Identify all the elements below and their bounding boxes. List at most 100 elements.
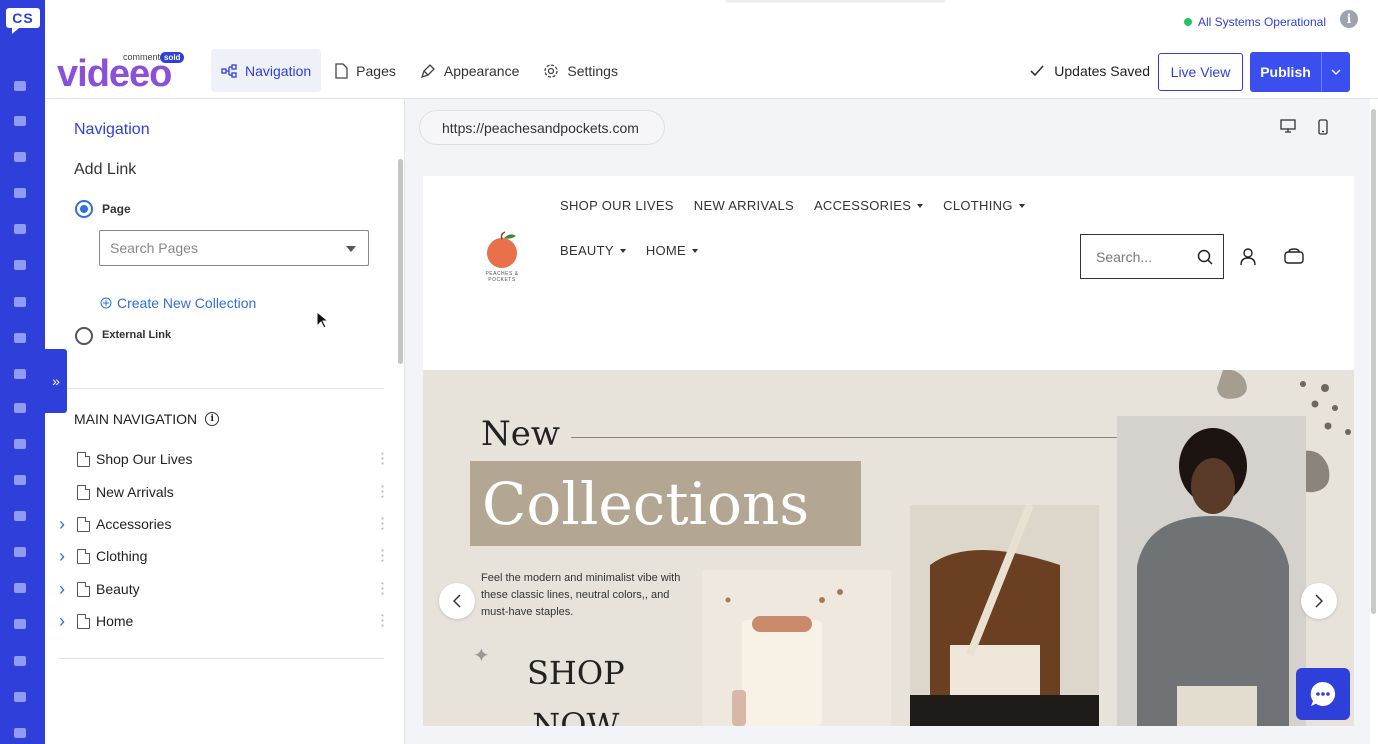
search-icon[interactable] [1197, 249, 1213, 265]
tab-pages-label: Pages [356, 62, 396, 79]
nav-tree-item-label: Accessories [96, 516, 172, 532]
sparkle-icon: ✦ [473, 645, 490, 667]
drag-handle-icon[interactable] [381, 613, 384, 627]
drag-handle-icon[interactable] [381, 581, 384, 595]
tab-appearance-label: Appearance [443, 62, 520, 79]
cs-logo[interactable]: CS [5, 6, 41, 36]
publish-button[interactable]: Publish [1250, 52, 1350, 92]
store-nav-link[interactable]: NEW ARRIVALS [694, 198, 794, 213]
feed-icon[interactable] [11, 148, 29, 166]
caret-down-icon [917, 203, 924, 208]
nav-tree-item[interactable]: › Home [59, 606, 384, 636]
chevron-right-icon[interactable]: › [59, 579, 77, 600]
system-status[interactable]: All Systems Operational [1183, 15, 1326, 29]
store-nav-link[interactable]: BEAUTY [560, 243, 626, 258]
tab-pages[interactable]: Pages [325, 49, 406, 92]
user-icon[interactable] [11, 293, 29, 311]
page-icon [77, 451, 90, 467]
chevron-down-icon[interactable] [1322, 69, 1350, 75]
carousel-prev-button[interactable] [439, 583, 475, 619]
drag-handle-icon[interactable] [381, 548, 384, 562]
live-view-button[interactable]: Live View [1158, 53, 1243, 91]
gear-icon [544, 63, 559, 78]
caret-down-icon [692, 248, 699, 253]
mobile-icon[interactable] [1318, 119, 1328, 135]
app-rail: CS [0, 0, 45, 744]
storefront: PEACHES & POCKETS SHOP OUR LIVES NEW ARRI… [423, 176, 1354, 726]
publish-label[interactable]: Publish [1250, 52, 1322, 92]
drag-handle-icon[interactable] [381, 451, 384, 465]
mobile-icon[interactable] [11, 507, 29, 525]
tab-appearance[interactable]: Appearance [410, 49, 530, 92]
page-icon [77, 581, 90, 597]
store-nav-link[interactable]: HOME [646, 243, 699, 258]
info-icon[interactable]: i [205, 412, 220, 426]
store-nav-label: NEW ARRIVALS [693, 198, 794, 213]
bar-chart-icon[interactable] [11, 579, 29, 597]
cart-icon[interactable] [1284, 248, 1304, 264]
store-nav-label: BEAUTY [560, 243, 614, 258]
pie-chart-icon[interactable] [11, 543, 29, 561]
chevron-right-icon[interactable]: › [59, 514, 77, 535]
store-search-input[interactable]: Search... [1080, 234, 1224, 279]
tab-settings[interactable]: Settings [533, 49, 628, 92]
panel-title: Navigation [74, 121, 150, 138]
external-link-label[interactable]: External Link [102, 329, 171, 341]
search-icon[interactable] [11, 724, 29, 742]
preview-scrollbar[interactable] [1370, 99, 1378, 744]
collapse-panel-button[interactable]: » [45, 349, 67, 413]
nav-tree-item[interactable]: New Arrivals [59, 477, 384, 507]
device-toggle [1280, 119, 1328, 135]
hero-cta[interactable]: SHOP NOW [527, 647, 625, 726]
top-bar: All Systems Operational i comment sold v… [45, 0, 1378, 99]
clock-icon[interactable] [11, 615, 29, 633]
hero-shop-text: SHOP [527, 654, 625, 692]
create-collection-link[interactable]: Create New Collection [100, 295, 256, 311]
info-icon[interactable]: i [1340, 10, 1358, 28]
tab-navigation[interactable]: Navigation [211, 49, 322, 92]
desktop-icon[interactable] [1280, 119, 1296, 133]
page-icon [77, 516, 90, 532]
chat-icon[interactable] [11, 471, 29, 489]
key-icon[interactable] [11, 688, 29, 706]
facebook-icon[interactable] [11, 435, 29, 453]
sidebar-scrollbar[interactable] [398, 159, 403, 364]
search-pages-select[interactable]: Search Pages [99, 230, 369, 266]
nav-tree-item[interactable]: Shop Our Lives [59, 444, 384, 474]
truck-icon[interactable] [11, 220, 29, 238]
nav-tree-item[interactable]: › Accessories [59, 509, 384, 539]
store-nav-primary: SHOP OUR LIVES NEW ARRIVALS ACCESSORIES CLO… [560, 198, 1025, 213]
gear-icon[interactable] [11, 399, 29, 417]
feed-icon[interactable] [11, 329, 29, 347]
chevron-right-icon[interactable]: › [59, 611, 77, 632]
nav-tree-item-label: Beauty [96, 581, 140, 597]
tag-icon[interactable] [11, 256, 29, 274]
external-link-radio[interactable] [75, 327, 93, 345]
chevron-right-icon[interactable]: › [59, 546, 77, 567]
nav-tree-item[interactable]: › Beauty [59, 574, 384, 604]
drag-handle-icon[interactable] [381, 516, 384, 530]
cart-icon[interactable] [11, 652, 29, 670]
nav-tree-item[interactable]: › Clothing [59, 541, 384, 571]
account-icon[interactable] [1240, 248, 1256, 266]
page-radio[interactable] [75, 200, 93, 218]
carousel-next-button[interactable] [1301, 583, 1337, 619]
truck-icon[interactable] [11, 184, 29, 202]
store-nav-link[interactable]: CLOTHING [943, 198, 1025, 213]
url-bar[interactable]: https://peachesandpockets.com [419, 110, 665, 145]
store-nav-link[interactable]: SHOP OUR LIVES [560, 198, 674, 213]
dashboard-icon[interactable] [11, 77, 29, 95]
package-icon[interactable] [11, 365, 29, 383]
drag-handle-icon[interactable] [381, 484, 384, 498]
hero-collections-text: Collections [470, 461, 861, 546]
tab-settings-label: Settings [567, 62, 618, 79]
store-logo[interactable]: PEACHES & POCKETS [471, 231, 533, 286]
chat-button[interactable] [1296, 668, 1350, 720]
create-collection-label: Create New Collection [117, 295, 257, 311]
page-radio-label[interactable]: Page [102, 202, 131, 216]
store-nav-link[interactable]: ACCESSORIES [814, 198, 924, 213]
pen-icon [420, 63, 435, 78]
grid-icon[interactable] [11, 112, 29, 130]
nav-tree-item-label: Clothing [96, 548, 148, 564]
page-icon [77, 613, 90, 629]
